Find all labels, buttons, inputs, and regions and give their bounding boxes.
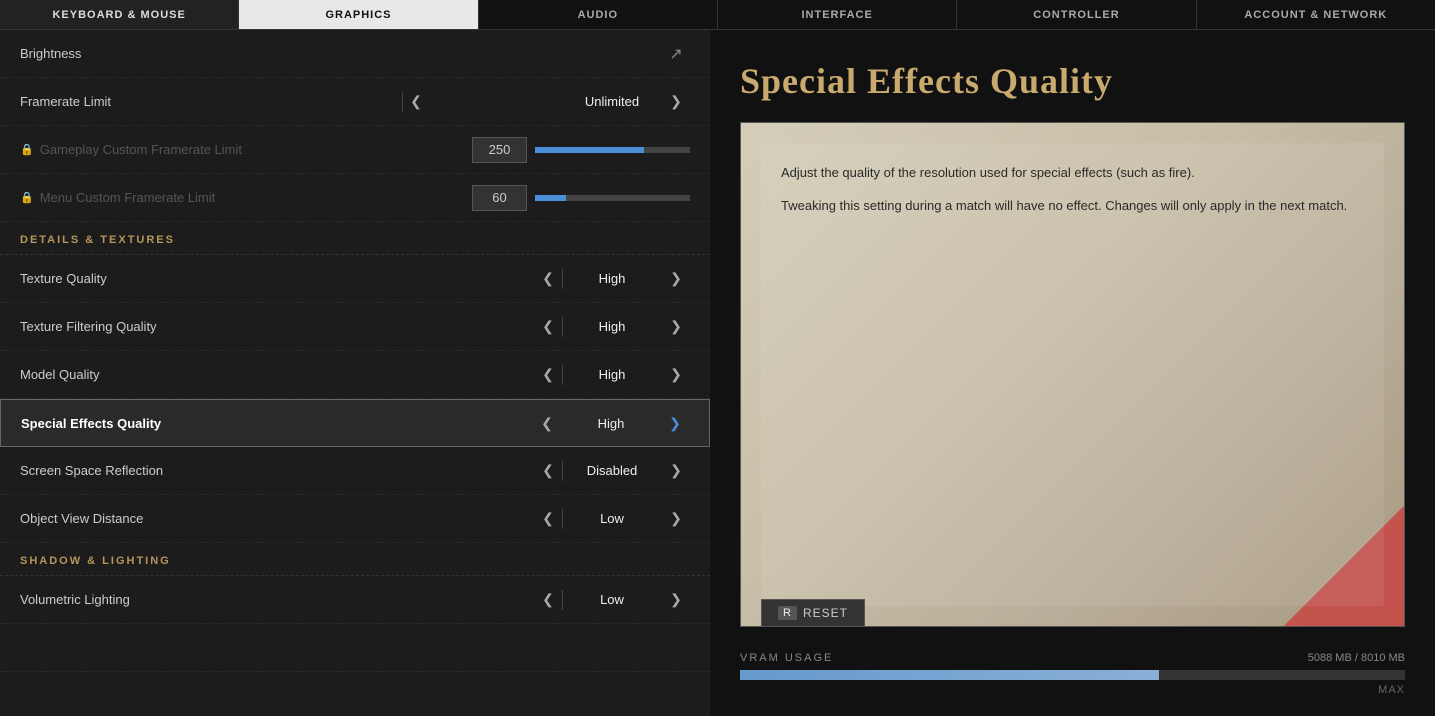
- vram-bar-fill: [740, 670, 1159, 680]
- reset-button[interactable]: R RESET: [761, 599, 865, 627]
- special-effects-next[interactable]: ❯: [661, 409, 689, 437]
- texture-quality-prev[interactable]: ❮: [534, 265, 562, 293]
- external-link-icon[interactable]: ↗: [662, 40, 690, 68]
- object-view-distance-prev[interactable]: ❮: [534, 505, 562, 533]
- texture-filtering-label: Texture Filtering Quality: [20, 319, 534, 334]
- texture-quality-label: Texture Quality: [20, 271, 534, 286]
- framerate-limit-label: Framerate Limit: [20, 94, 402, 109]
- vram-value: 5088 MB / 8010 MB: [1308, 652, 1405, 664]
- special-effects-prev[interactable]: ❮: [533, 409, 561, 437]
- object-view-distance-row[interactable]: Object View Distance ❮ Low ❯: [0, 495, 710, 543]
- object-view-distance-next[interactable]: ❯: [662, 505, 690, 533]
- special-effects-row[interactable]: Special Effects Quality ❮ High ❯: [0, 399, 710, 447]
- model-quality-control: ❮ High ❯: [534, 361, 690, 389]
- texture-quality-value: High: [562, 271, 662, 286]
- texture-filtering-control: ❮ High ❯: [534, 313, 690, 341]
- vram-section: VRAM USAGE 5088 MB / 8010 MB MAX: [740, 642, 1405, 696]
- detail-description-1: Adjust the quality of the resolution use…: [781, 163, 1364, 184]
- object-view-distance-value: Low: [562, 511, 662, 526]
- special-effects-value: High: [561, 416, 661, 431]
- framerate-limit-control: ❮ Unlimited ❯: [402, 88, 690, 116]
- right-detail-panel: Special Effects Quality Adjust the quali…: [710, 30, 1435, 716]
- volumetric-lighting-label: Volumetric Lighting: [20, 592, 534, 607]
- menu-framerate-fill: [535, 195, 566, 201]
- model-quality-label: Model Quality: [20, 367, 534, 382]
- menu-framerate-label: Menu Custom Framerate Limit: [40, 190, 472, 205]
- vram-header: VRAM USAGE 5088 MB / 8010 MB: [740, 652, 1405, 664]
- nav-audio[interactable]: AUDIO: [479, 0, 718, 29]
- gameplay-framerate-fill: [535, 147, 644, 153]
- detail-image-container: Adjust the quality of the resolution use…: [740, 122, 1405, 627]
- volumetric-lighting-control: ❮ Low ❯: [534, 586, 690, 614]
- gameplay-framerate-label: Gameplay Custom Framerate Limit: [40, 142, 472, 157]
- gameplay-framerate-row: 🔒 Gameplay Custom Framerate Limit 250: [0, 126, 710, 174]
- main-content: Brightness ↗ Framerate Limit ❮ Unlimited…: [0, 30, 1435, 716]
- texture-filtering-value: High: [562, 319, 662, 334]
- vram-bar-container: [740, 670, 1405, 680]
- detail-description-2: Tweaking this setting during a match wil…: [781, 196, 1364, 217]
- top-navigation: KEYBOARD & MOUSE GRAPHICS AUDIO INTERFAC…: [0, 0, 1435, 30]
- nav-graphics[interactable]: GRAPHICS: [239, 0, 478, 29]
- reset-key-badge: R: [778, 606, 797, 620]
- special-effects-label: Special Effects Quality: [21, 416, 533, 431]
- gameplay-framerate-bar: [535, 147, 690, 153]
- screen-space-reflection-value: Disabled: [562, 463, 662, 478]
- texture-quality-row[interactable]: Texture Quality ❮ High ❯: [0, 255, 710, 303]
- volumetric-lighting-row[interactable]: Volumetric Lighting ❮ Low ❯: [0, 576, 710, 624]
- details-textures-header: DETAILS & TEXTURES: [0, 222, 710, 255]
- extra-row[interactable]: [0, 624, 710, 672]
- brightness-label: Brightness: [20, 46, 662, 61]
- gameplay-framerate-value: 250: [472, 137, 527, 163]
- object-view-distance-label: Object View Distance: [20, 511, 534, 526]
- vram-max-label: MAX: [740, 684, 1405, 696]
- volumetric-lighting-next[interactable]: ❯: [662, 586, 690, 614]
- volumetric-lighting-value: Low: [562, 592, 662, 607]
- texture-filtering-prev[interactable]: ❮: [534, 313, 562, 341]
- framerate-limit-prev[interactable]: ❮: [402, 88, 430, 116]
- menu-framerate-row: 🔒 Menu Custom Framerate Limit 60: [0, 174, 710, 222]
- left-settings-panel: Brightness ↗ Framerate Limit ❮ Unlimited…: [0, 30, 710, 716]
- menu-lock-icon: 🔒: [20, 191, 34, 204]
- model-quality-value: High: [562, 367, 662, 382]
- model-quality-prev[interactable]: ❮: [534, 361, 562, 389]
- detail-title: Special Effects Quality: [740, 60, 1405, 102]
- texture-filtering-next[interactable]: ❯: [662, 313, 690, 341]
- texture-quality-control: ❮ High ❯: [534, 265, 690, 293]
- gameplay-lock-icon: 🔒: [20, 143, 34, 156]
- gameplay-framerate-control: 250: [472, 137, 690, 163]
- vram-label: VRAM USAGE: [740, 652, 833, 664]
- framerate-limit-next[interactable]: ❯: [662, 88, 690, 116]
- nav-keyboard-mouse[interactable]: KEYBOARD & MOUSE: [0, 0, 239, 29]
- menu-framerate-value: 60: [472, 185, 527, 211]
- menu-framerate-control: 60: [472, 185, 690, 211]
- framerate-limit-row: Framerate Limit ❮ Unlimited ❯: [0, 78, 710, 126]
- detail-text-area: Adjust the quality of the resolution use…: [761, 143, 1384, 606]
- screen-space-reflection-prev[interactable]: ❮: [534, 457, 562, 485]
- special-effects-control: ❮ High ❯: [533, 409, 689, 437]
- nav-interface[interactable]: INTERFACE: [718, 0, 957, 29]
- nav-controller[interactable]: CONTROLLER: [957, 0, 1196, 29]
- framerate-limit-value: ❮: [402, 88, 562, 116]
- model-quality-next[interactable]: ❯: [662, 361, 690, 389]
- texture-quality-next[interactable]: ❯: [662, 265, 690, 293]
- reset-label: RESET: [803, 606, 848, 620]
- screen-space-reflection-control: ❮ Disabled ❯: [534, 457, 690, 485]
- screen-space-reflection-label: Screen Space Reflection: [20, 463, 534, 478]
- framerate-limit-display: Unlimited: [562, 94, 662, 109]
- texture-filtering-row[interactable]: Texture Filtering Quality ❮ High ❯: [0, 303, 710, 351]
- screen-space-reflection-next[interactable]: ❯: [662, 457, 690, 485]
- shadow-lighting-header: SHADOW & LIGHTING: [0, 543, 710, 576]
- nav-account-network[interactable]: ACCOUNT & NETWORK: [1197, 0, 1435, 29]
- volumetric-lighting-prev[interactable]: ❮: [534, 586, 562, 614]
- object-view-distance-control: ❮ Low ❯: [534, 505, 690, 533]
- menu-framerate-bar: [535, 195, 690, 201]
- model-quality-row[interactable]: Model Quality ❮ High ❯: [0, 351, 710, 399]
- brightness-row: Brightness ↗: [0, 30, 710, 78]
- screen-space-reflection-row[interactable]: Screen Space Reflection ❮ Disabled ❯: [0, 447, 710, 495]
